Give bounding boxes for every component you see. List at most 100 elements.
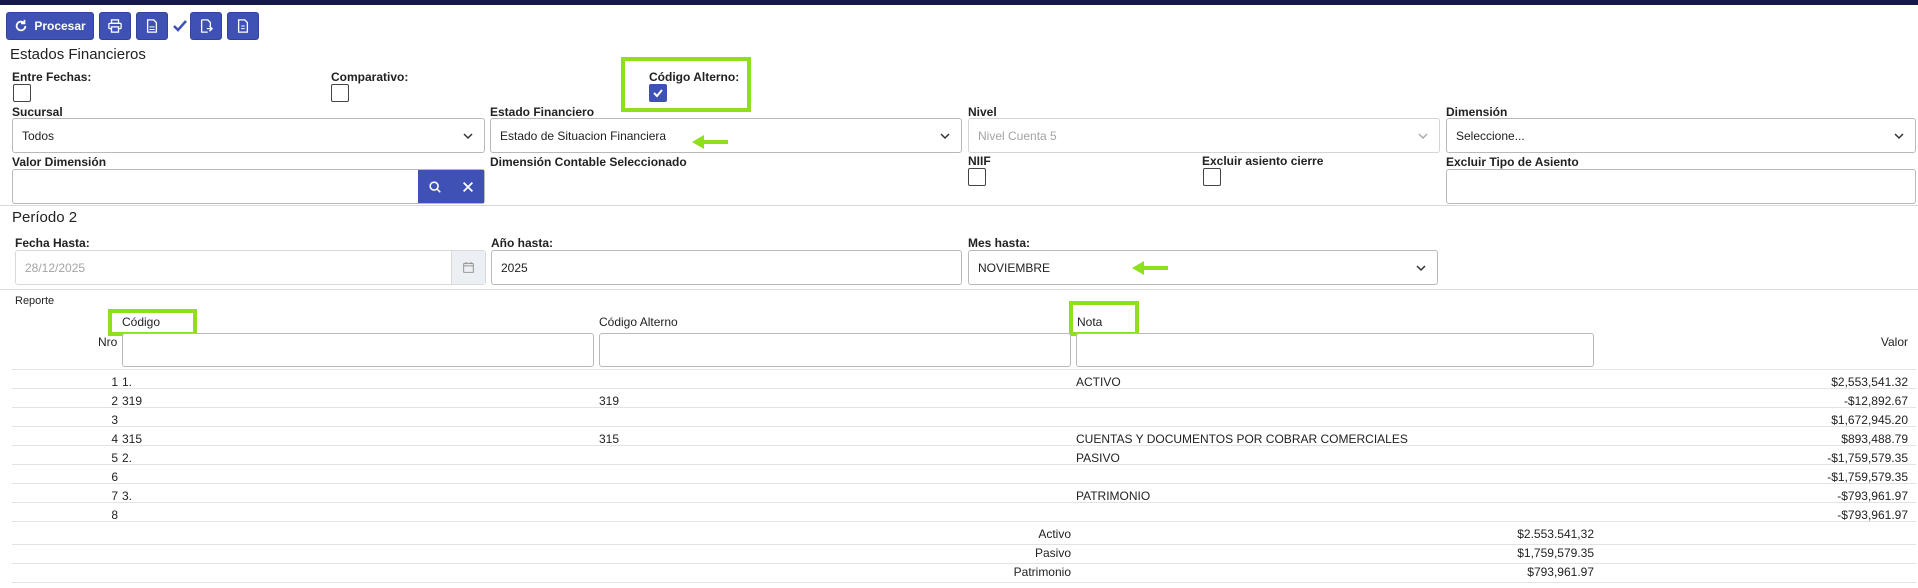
chevron-down-icon <box>1894 133 1904 140</box>
row-divider <box>12 563 1916 564</box>
codigo-alterno-filter-input[interactable] <box>599 333 1071 367</box>
pdf-button[interactable] <box>136 12 168 40</box>
cell-nro: 7 <box>111 489 118 503</box>
col-header-valor[interactable]: Valor <box>1881 335 1908 349</box>
cell-nota: PATRIMONIO <box>1076 489 1151 503</box>
search-icon <box>428 180 441 193</box>
chevron-down-icon <box>463 133 473 140</box>
page-title: Estados Financieros <box>10 46 146 63</box>
nivel-value: Nivel Cuenta 5 <box>978 128 1057 143</box>
col-header-codigo[interactable]: Código <box>122 315 160 329</box>
export-icon <box>200 19 213 33</box>
row-divider <box>12 464 1916 465</box>
chevron-down-icon <box>1416 265 1426 272</box>
cell-nota: CUENTAS Y DOCUMENTOS POR COBRAR COMERCIA… <box>1076 432 1408 446</box>
entre-fechas-checkbox[interactable] <box>13 84 31 102</box>
file-icon <box>237 19 249 33</box>
checkmark-icon <box>653 89 663 98</box>
row-divider <box>12 388 1916 389</box>
dimension-select[interactable]: Seleccione... <box>1446 118 1916 153</box>
excluir-tipo-input[interactable] <box>1446 169 1916 204</box>
codigo-alterno-label: Código Alterno: <box>649 70 740 84</box>
niif-label: NIIF <box>968 154 991 168</box>
cell-codigo-alterno: 315 <box>599 432 620 446</box>
nivel-select[interactable]: Nivel Cuenta 5 <box>968 118 1440 153</box>
total-value: $2.553.541,32 <box>1517 527 1594 541</box>
cell-valor: $1,672,945.20 <box>1831 413 1908 427</box>
col-header-nota[interactable]: Nota <box>1077 315 1102 329</box>
col-header-codigo-alterno[interactable]: Código Alterno <box>599 315 678 329</box>
cell-codigo: 2. <box>122 451 133 465</box>
codigo-filter-input[interactable] <box>122 333 594 367</box>
mes-hasta-select[interactable]: NOVIEMBRE <box>968 250 1438 285</box>
print-icon <box>108 19 122 33</box>
valor-dimension-label: Valor Dimensión <box>12 155 107 169</box>
codigo-alterno-checkbox[interactable] <box>649 84 667 102</box>
cell-valor: -$793,961.97 <box>1837 508 1908 522</box>
sucursal-label: Sucursal <box>12 105 63 119</box>
procesar-button[interactable]: Procesar <box>6 12 94 40</box>
cell-codigo: 1. <box>122 375 133 389</box>
fecha-hasta-value: 28/12/2025 <box>25 260 86 275</box>
cell-valor: -$1,759,579.35 <box>1827 451 1908 465</box>
row-divider <box>12 426 1916 427</box>
arrow-annotation-icon <box>692 135 728 149</box>
sucursal-value: Todos <box>22 128 55 143</box>
entre-fechas-label: Entre Fechas: <box>12 70 92 84</box>
estado-financiero-value: Estado de Situacion Financiera <box>500 128 667 143</box>
cell-nro: 2 <box>111 394 118 408</box>
cell-nro: 5 <box>111 451 118 465</box>
row-divider <box>12 369 1916 370</box>
pdf-icon <box>146 19 158 33</box>
total-value: $1,759,579.35 <box>1517 546 1594 560</box>
arrow-annotation-icon <box>1132 261 1168 275</box>
excluir-cierre-label: Excluir asiento cierre <box>1202 154 1324 168</box>
mes-hasta-label: Mes hasta: <box>968 236 1031 250</box>
comparativo-checkbox[interactable] <box>331 84 349 102</box>
valor-dimension-input[interactable] <box>12 169 485 204</box>
fecha-hasta-input[interactable]: 28/12/2025 <box>15 250 486 285</box>
cell-nro: 1 <box>111 375 118 389</box>
calendar-button[interactable] <box>451 251 485 284</box>
mes-hasta-value: NOVIEMBRE <box>978 260 1051 275</box>
cell-valor: $893,488.79 <box>1841 432 1908 446</box>
anio-hasta-value: 2025 <box>501 260 528 275</box>
cell-nro: 3 <box>111 413 118 427</box>
check-icon <box>173 20 187 32</box>
excluir-tipo-label: Excluir Tipo de Asiento <box>1446 155 1579 169</box>
niif-checkbox[interactable] <box>968 168 986 186</box>
top-bar <box>0 0 1918 5</box>
row-divider <box>12 521 1916 522</box>
nota-filter-input[interactable] <box>1076 333 1594 367</box>
check-toggle[interactable] <box>171 17 189 35</box>
chevron-down-icon <box>940 133 950 140</box>
cell-nota: ACTIVO <box>1076 375 1121 389</box>
cell-nro: 6 <box>111 470 118 484</box>
cell-nro: 4 <box>111 432 118 446</box>
dimension-label: Dimensión <box>1446 105 1508 119</box>
procesar-label: Procesar <box>34 19 86 33</box>
file-button[interactable] <box>227 12 259 40</box>
col-header-nro: Nro <box>98 335 118 349</box>
export-button[interactable] <box>190 12 222 40</box>
row-divider <box>12 502 1916 503</box>
search-button[interactable] <box>418 170 451 203</box>
anio-hasta-input[interactable]: 2025 <box>491 250 962 285</box>
print-button[interactable] <box>99 12 131 40</box>
total-label: Pasivo <box>1034 546 1071 560</box>
estado-financiero-label: Estado Financiero <box>490 105 595 119</box>
cell-nota: PASIVO <box>1076 451 1120 465</box>
cell-valor: -$12,892.67 <box>1843 394 1908 408</box>
cell-valor: -$793,961.97 <box>1837 489 1908 503</box>
highlight-codigo-alterno <box>621 57 751 112</box>
excluir-cierre-checkbox[interactable] <box>1203 168 1221 186</box>
fecha-hasta-label: Fecha Hasta: <box>15 236 90 250</box>
clear-button[interactable] <box>451 170 484 203</box>
toolbar: Procesar <box>6 12 259 40</box>
sucursal-select[interactable]: Todos <box>12 118 485 153</box>
report-title: Reporte <box>15 295 55 307</box>
total-label: Patrimonio <box>1013 565 1071 579</box>
cell-codigo: 3. <box>122 489 133 503</box>
nivel-label: Nivel <box>968 105 997 119</box>
cell-codigo: 315 <box>122 432 143 446</box>
